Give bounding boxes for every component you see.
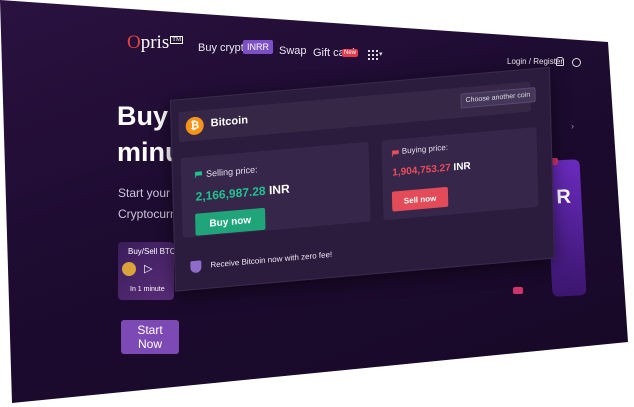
hero-title-line2: minute — [117, 137, 177, 167]
new-badge: New — [342, 49, 359, 57]
selling-price-label: Selling price: — [205, 164, 258, 179]
logo-text: pris — [140, 32, 170, 53]
buying-price-label: Buying price: — [401, 142, 449, 156]
brand-logo[interactable]: Opris TM — [127, 32, 184, 54]
bell-icon[interactable] — [556, 57, 564, 66]
buying-price-amount: 1,904,753.27 — [392, 162, 451, 179]
promo-title: Buy/Sell BTC — [128, 247, 174, 256]
buying-price-value: 1,904,753.27 INR — [392, 161, 471, 179]
promo-caption: In 1 minute — [130, 286, 165, 293]
logo-tm: TM — [170, 35, 184, 44]
coin-price-panel: ₿ Bitcoin Choose another coin Selling pr… — [170, 66, 555, 292]
buying-price-card: Buying price: 1,904,753.27 INR Sell now — [381, 127, 539, 221]
nav-swap[interactable]: Swap — [279, 45, 307, 57]
page: Opris TM Buy crypto INRR Swap Gift card N… — [0, 0, 628, 403]
decor-cube — [513, 287, 523, 294]
chevron-right-icon[interactable]: › — [571, 121, 574, 131]
selling-price-currency: INR — [268, 181, 290, 198]
globe-icon[interactable] — [572, 58, 581, 67]
hero-subtitle: Start your jou Cryptocurren — [118, 183, 174, 225]
play-icon[interactable]: ▷ — [144, 262, 152, 275]
flag-icon — [194, 171, 203, 178]
hero-subtitle-line2: Cryptocurren — [118, 207, 174, 221]
hero-title-line1: Buy so — [117, 101, 177, 131]
app-logo-glyph: R — [555, 185, 572, 209]
apps-grid-icon[interactable] — [368, 50, 378, 60]
promo-video-thumbnail[interactable]: Buy/Sell BTC ▷ In 1 minute — [118, 242, 174, 300]
buying-price-currency: INR — [453, 160, 471, 174]
hero-title: Buy so minute — [117, 98, 177, 170]
login-register-link[interactable]: Login / Register — [507, 57, 563, 66]
buy-crypto-badge[interactable]: INRR — [243, 40, 273, 54]
chevron-down-icon[interactable]: ▾ — [379, 50, 383, 58]
flag-icon — [391, 150, 399, 157]
coin-icon — [122, 262, 136, 276]
selling-price-card: Selling price: 2,166,987.28 INR Buy now — [180, 141, 371, 238]
hero-subtitle-line1: Start your jou — [118, 186, 174, 200]
zero-fee-notice: Receive Bitcoin now with zero fee! — [210, 249, 333, 270]
shield-icon — [190, 260, 202, 274]
start-now-button[interactable]: Start Now — [121, 320, 179, 354]
buy-now-button[interactable]: Buy now — [195, 207, 266, 236]
selling-price-amount: 2,166,987.28 — [195, 183, 266, 204]
sell-now-button[interactable]: Sell now — [391, 186, 449, 212]
selling-price-value: 2,166,987.28 INR — [195, 182, 289, 204]
logo-letter: O — [127, 32, 141, 53]
